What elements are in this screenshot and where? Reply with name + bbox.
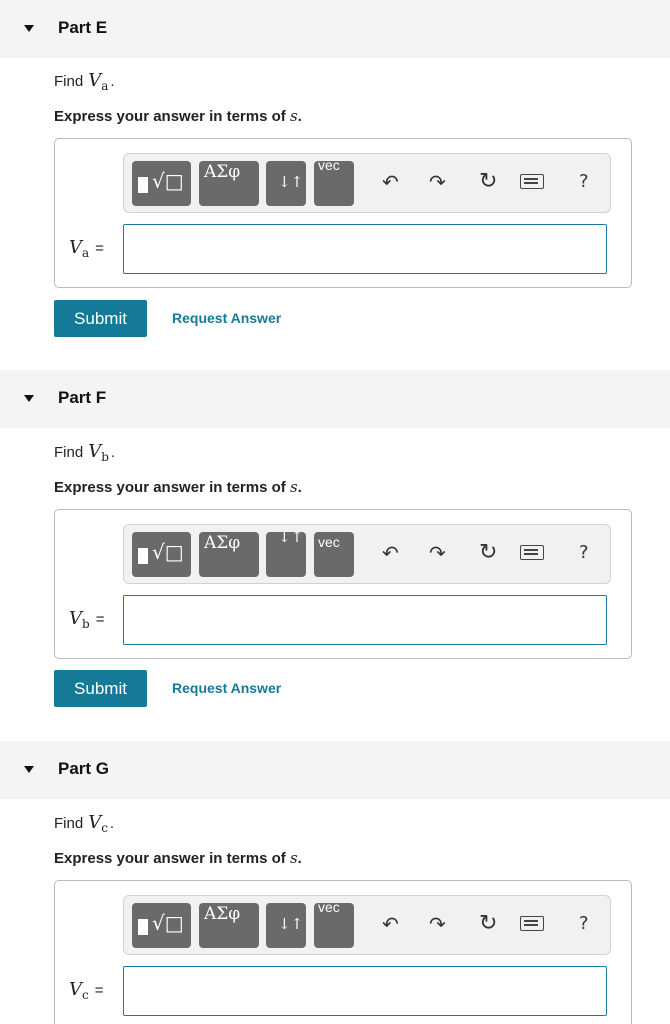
- find-text: Find: [54, 444, 84, 461]
- templates-icon: √□: [152, 169, 184, 193]
- arrows-button[interactable]: ↓↑: [266, 532, 306, 577]
- period: .: [110, 73, 115, 90]
- vector-icon: vec: [318, 161, 340, 173]
- arrows-icon: ↓↑: [278, 915, 304, 933]
- math-toolbar: √□ ΑΣφ ↓↑ vec ↶ ↷ ↻ ?: [123, 153, 611, 213]
- templates-icon: √□: [152, 911, 184, 935]
- find-text: Find: [54, 815, 84, 832]
- reset-icon[interactable]: ↻: [479, 541, 497, 565]
- period: .: [110, 444, 116, 461]
- express-instruction: Express your answer in terms of s.: [54, 849, 302, 867]
- math-toolbar: √□ ΑΣφ ↓↑ vec ↶ ↷ ↻ ?: [123, 524, 611, 584]
- templates-button[interactable]: √□: [132, 532, 191, 577]
- redo-icon[interactable]: ↷: [429, 170, 446, 194]
- part-g-header[interactable]: Part G: [0, 741, 670, 799]
- templates-button[interactable]: √□: [132, 161, 191, 206]
- vector-icon: vec: [318, 903, 340, 915]
- templates-icon: √□: [152, 540, 184, 564]
- greek-letters-button[interactable]: ΑΣφ: [199, 161, 259, 206]
- answer-input[interactable]: [123, 595, 607, 645]
- undo-icon[interactable]: ↶: [382, 912, 399, 936]
- vector-button[interactable]: vec: [314, 903, 354, 948]
- vector-icon: vec: [318, 534, 340, 550]
- keyboard-icon[interactable]: [520, 174, 544, 189]
- period: .: [109, 815, 115, 832]
- answer-box: √□ ΑΣφ ↓↑ vec ↶ ↷ ↻ ? Va =: [54, 138, 632, 288]
- caret-down-icon[interactable]: [24, 766, 34, 773]
- greek-letters-icon: ΑΣφ: [204, 904, 241, 924]
- greek-letters-button[interactable]: ΑΣφ: [199, 903, 259, 948]
- submit-button[interactable]: Submit: [54, 670, 147, 707]
- greek-letters-icon: ΑΣφ: [204, 533, 241, 553]
- submit-button[interactable]: Submit: [54, 300, 147, 337]
- caret-down-icon[interactable]: [24, 395, 34, 402]
- find-prompt: Find Va .: [54, 70, 115, 93]
- variable: Va: [88, 70, 109, 93]
- answer-input[interactable]: [123, 224, 607, 274]
- express-instruction: Express your answer in terms of s.: [54, 107, 302, 125]
- arrows-button[interactable]: ↓↑: [266, 903, 306, 948]
- templates-button[interactable]: √□: [132, 903, 191, 948]
- reset-icon[interactable]: ↻: [479, 912, 497, 936]
- answer-label: Va =: [69, 237, 104, 260]
- math-toolbar: √□ ΑΣφ ↓↑ vec ↶ ↷ ↻ ?: [123, 895, 611, 955]
- redo-icon[interactable]: ↷: [429, 912, 446, 936]
- find-prompt: Find Vb .: [54, 441, 116, 464]
- part-title: Part F: [58, 388, 107, 407]
- part-title: Part E: [58, 18, 108, 37]
- reset-icon[interactable]: ↻: [479, 170, 497, 194]
- redo-icon[interactable]: ↷: [429, 541, 446, 565]
- variable: Vc: [88, 812, 108, 835]
- greek-letters-button[interactable]: ΑΣφ: [199, 532, 259, 577]
- vector-button[interactable]: vec: [314, 161, 354, 206]
- undo-icon[interactable]: ↶: [382, 170, 399, 194]
- undo-icon[interactable]: ↶: [382, 541, 399, 565]
- answer-box: √□ ΑΣφ ↓↑ vec ↶ ↷ ↻ ? Vc =: [54, 880, 632, 1024]
- cursor-block-icon: [138, 548, 148, 564]
- arrows-icon: ↓↑: [278, 532, 304, 546]
- keyboard-icon[interactable]: [520, 545, 544, 560]
- answer-label: Vc =: [69, 979, 104, 1002]
- vector-button[interactable]: vec: [314, 532, 354, 577]
- find-text: Find: [54, 73, 84, 90]
- express-instruction: Express your answer in terms of s.: [54, 478, 302, 496]
- variable: Vb: [88, 441, 109, 464]
- part-e-header[interactable]: Part E: [0, 0, 670, 58]
- find-prompt: Find Vc .: [54, 812, 115, 835]
- greek-letters-icon: ΑΣφ: [204, 162, 241, 182]
- part-f-header[interactable]: Part F: [0, 370, 670, 428]
- help-icon[interactable]: ?: [579, 170, 589, 194]
- part-title: Part G: [58, 759, 110, 778]
- answer-label: Vb =: [69, 608, 105, 631]
- cursor-block-icon: [138, 177, 148, 193]
- help-icon[interactable]: ?: [579, 912, 589, 936]
- answer-box: √□ ΑΣφ ↓↑ vec ↶ ↷ ↻ ? Vb =: [54, 509, 632, 659]
- caret-down-icon[interactable]: [24, 25, 34, 32]
- keyboard-icon[interactable]: [520, 916, 544, 931]
- answer-input[interactable]: [123, 966, 607, 1016]
- request-answer-link[interactable]: Request Answer: [172, 680, 281, 696]
- request-answer-link[interactable]: Request Answer: [172, 310, 281, 326]
- cursor-block-icon: [138, 919, 148, 935]
- arrows-button[interactable]: ↓↑: [266, 161, 306, 206]
- help-icon[interactable]: ?: [579, 541, 589, 565]
- arrows-icon: ↓↑: [278, 173, 304, 191]
